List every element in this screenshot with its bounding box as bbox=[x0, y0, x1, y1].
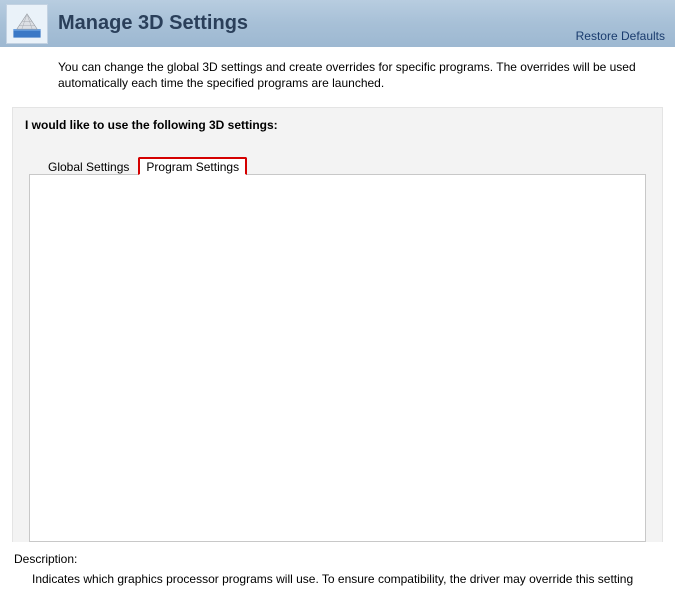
description-text: Indicates which graphics processor progr… bbox=[14, 572, 661, 586]
description-block: Description: Indicates which graphics pr… bbox=[0, 552, 675, 586]
description-label: Description: bbox=[14, 552, 661, 566]
page-title: Manage 3D Settings bbox=[58, 12, 248, 35]
tab-program-settings[interactable]: Program Settings bbox=[138, 157, 247, 175]
restore-defaults-link[interactable]: Restore Defaults bbox=[576, 29, 665, 43]
app-3d-icon bbox=[6, 4, 48, 44]
tab-content-area bbox=[29, 174, 646, 542]
tabs-row: Global Settings Program Settings bbox=[39, 156, 650, 174]
section-title: I would like to use the following 3D set… bbox=[25, 118, 650, 132]
tab-global-settings[interactable]: Global Settings bbox=[39, 157, 138, 175]
header-bar: Manage 3D Settings Restore Defaults bbox=[0, 0, 675, 47]
settings-section: I would like to use the following 3D set… bbox=[12, 107, 663, 542]
intro-text: You can change the global 3D settings an… bbox=[0, 47, 675, 107]
